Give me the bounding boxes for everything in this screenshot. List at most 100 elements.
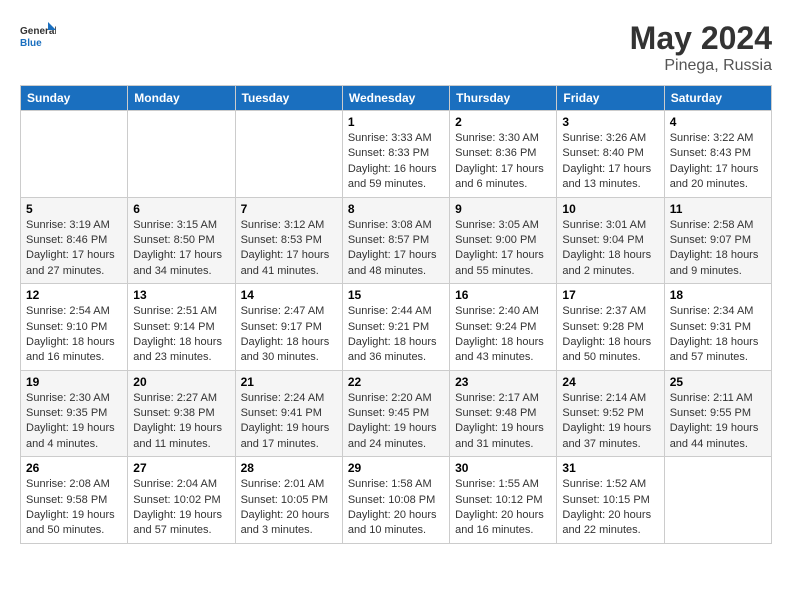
table-row: 19 Sunrise: 2:30 AM Sunset: 9:35 PM Dayli… (21, 370, 128, 457)
day-number: 24 (562, 375, 658, 389)
day-info: Sunrise: 3:05 AM Sunset: 9:00 PM Dayligh… (455, 218, 551, 280)
table-row: 8 Sunrise: 3:08 AM Sunset: 8:57 PM Daylig… (342, 197, 449, 284)
calendar-week-3: 12 Sunrise: 2:54 AM Sunset: 9:10 PM Dayli… (21, 284, 772, 371)
day-info: Sunrise: 2:14 AM Sunset: 9:52 PM Dayligh… (562, 391, 658, 453)
table-row: 13Sunrise: 2:51 AM Sunset: 9:14 PM Dayli… (128, 284, 235, 371)
title-block: May 2024 Pinega, Russia (630, 20, 772, 75)
table-row (235, 111, 342, 198)
table-row: 22 Sunrise: 2:20 AM Sunset: 9:45 PM Dayli… (342, 370, 449, 457)
table-row: 10Sunrise: 3:01 AM Sunset: 9:04 PM Dayli… (557, 197, 664, 284)
day-number: 11 (670, 202, 766, 216)
table-row: 30 Sunrise: 1:55 AM Sunset: 10:12 PM Dayl… (450, 457, 557, 544)
day-info: Sunrise: 2:27 AM Sunset: 9:38 PM Dayligh… (133, 391, 229, 453)
col-monday: Monday (128, 86, 235, 111)
day-info: Sunrise: 2:17 AM Sunset: 9:48 PM Dayligh… (455, 391, 551, 453)
table-row: 16 Sunrise: 2:40 AM Sunset: 9:24 PM Dayli… (450, 284, 557, 371)
day-info: Sunrise: 1:55 AM Sunset: 10:12 PM Daylig… (455, 477, 551, 539)
day-info: Sunrise: 2:37 AM Sunset: 9:28 PM Dayligh… (562, 304, 658, 366)
col-sunday: Sunday (21, 86, 128, 111)
day-info: Sunrise: 2:51 AM Sunset: 9:14 PM Dayligh… (133, 304, 229, 366)
day-number: 29 (348, 461, 444, 475)
day-info: Sunrise: 2:54 AM Sunset: 9:10 PM Dayligh… (26, 304, 122, 366)
day-number: 22 (348, 375, 444, 389)
day-number: 6 (133, 202, 229, 216)
day-info: Sunrise: 1:58 AM Sunset: 10:08 PM Daylig… (348, 477, 444, 539)
table-row: 29 Sunrise: 1:58 AM Sunset: 10:08 PM Dayl… (342, 457, 449, 544)
day-info: Sunrise: 3:26 AM Sunset: 8:40 PM Dayligh… (562, 131, 658, 193)
table-row: 31Sunrise: 1:52 AM Sunset: 10:15 PM Dayl… (557, 457, 664, 544)
day-number: 14 (241, 288, 337, 302)
day-number: 3 (562, 115, 658, 129)
day-number: 27 (133, 461, 229, 475)
day-number: 8 (348, 202, 444, 216)
day-number: 26 (26, 461, 122, 475)
table-row: 12 Sunrise: 2:54 AM Sunset: 9:10 PM Dayli… (21, 284, 128, 371)
day-number: 23 (455, 375, 551, 389)
calendar-header-row: Sunday Monday Tuesday Wednesday Thursday… (21, 86, 772, 111)
day-number: 10 (562, 202, 658, 216)
day-number: 28 (241, 461, 337, 475)
logo: General Blue (20, 20, 56, 50)
day-number: 16 (455, 288, 551, 302)
day-info: Sunrise: 3:15 AM Sunset: 8:50 PM Dayligh… (133, 218, 229, 280)
day-info: Sunrise: 2:01 AM Sunset: 10:05 PM Daylig… (241, 477, 337, 539)
day-info: Sunrise: 3:08 AM Sunset: 8:57 PM Dayligh… (348, 218, 444, 280)
table-row: 1 Sunrise: 3:33 AM Sunset: 8:33 PM Daylig… (342, 111, 449, 198)
col-friday: Friday (557, 86, 664, 111)
calendar-week-5: 26 Sunrise: 2:08 AM Sunset: 9:58 PM Dayli… (21, 457, 772, 544)
day-info: Sunrise: 3:33 AM Sunset: 8:33 PM Dayligh… (348, 131, 444, 193)
table-row: 7 Sunrise: 3:12 AM Sunset: 8:53 PM Daylig… (235, 197, 342, 284)
day-info: Sunrise: 2:44 AM Sunset: 9:21 PM Dayligh… (348, 304, 444, 366)
table-row: 25Sunrise: 2:11 AM Sunset: 9:55 PM Dayli… (664, 370, 771, 457)
day-info: Sunrise: 3:19 AM Sunset: 8:46 PM Dayligh… (26, 218, 122, 280)
logo-svg: General Blue (20, 20, 56, 50)
day-info: Sunrise: 2:30 AM Sunset: 9:35 PM Dayligh… (26, 391, 122, 453)
day-info: Sunrise: 2:20 AM Sunset: 9:45 PM Dayligh… (348, 391, 444, 453)
day-number: 21 (241, 375, 337, 389)
day-number: 2 (455, 115, 551, 129)
table-row: 2Sunrise: 3:30 AM Sunset: 8:36 PM Daylig… (450, 111, 557, 198)
calendar-week-1: 1 Sunrise: 3:33 AM Sunset: 8:33 PM Daylig… (21, 111, 772, 198)
day-number: 12 (26, 288, 122, 302)
day-info: Sunrise: 2:08 AM Sunset: 9:58 PM Dayligh… (26, 477, 122, 539)
day-number: 20 (133, 375, 229, 389)
day-info: Sunrise: 2:34 AM Sunset: 9:31 PM Dayligh… (670, 304, 766, 366)
table-row: 21 Sunrise: 2:24 AM Sunset: 9:41 PM Dayli… (235, 370, 342, 457)
day-info: Sunrise: 2:24 AM Sunset: 9:41 PM Dayligh… (241, 391, 337, 453)
table-row: 20 Sunrise: 2:27 AM Sunset: 9:38 PM Dayli… (128, 370, 235, 457)
table-row: 23 Sunrise: 2:17 AM Sunset: 9:48 PM Dayli… (450, 370, 557, 457)
table-row: 6 Sunrise: 3:15 AM Sunset: 8:50 PM Daylig… (128, 197, 235, 284)
table-row: 15 Sunrise: 2:44 AM Sunset: 9:21 PM Dayli… (342, 284, 449, 371)
table-row: 14 Sunrise: 2:47 AM Sunset: 9:17 PM Dayli… (235, 284, 342, 371)
table-row: 27 Sunrise: 2:04 AM Sunset: 10:02 PM Dayl… (128, 457, 235, 544)
day-number: 7 (241, 202, 337, 216)
col-thursday: Thursday (450, 86, 557, 111)
day-number: 4 (670, 115, 766, 129)
table-row (664, 457, 771, 544)
day-number: 15 (348, 288, 444, 302)
day-info: Sunrise: 2:47 AM Sunset: 9:17 PM Dayligh… (241, 304, 337, 366)
table-row: 3 Sunrise: 3:26 AM Sunset: 8:40 PM Daylig… (557, 111, 664, 198)
day-number: 25 (670, 375, 766, 389)
table-row: 11 Sunrise: 2:58 AM Sunset: 9:07 PM Dayli… (664, 197, 771, 284)
col-saturday: Saturday (664, 86, 771, 111)
day-info: Sunrise: 3:12 AM Sunset: 8:53 PM Dayligh… (241, 218, 337, 280)
day-info: Sunrise: 1:52 AM Sunset: 10:15 PM Daylig… (562, 477, 658, 539)
day-number: 30 (455, 461, 551, 475)
day-number: 1 (348, 115, 444, 129)
day-info: Sunrise: 2:40 AM Sunset: 9:24 PM Dayligh… (455, 304, 551, 366)
day-number: 19 (26, 375, 122, 389)
table-row: 24 Sunrise: 2:14 AM Sunset: 9:52 PM Dayli… (557, 370, 664, 457)
day-number: 18 (670, 288, 766, 302)
calendar-table: Sunday Monday Tuesday Wednesday Thursday… (20, 85, 772, 544)
day-info: Sunrise: 2:58 AM Sunset: 9:07 PM Dayligh… (670, 218, 766, 280)
day-number: 17 (562, 288, 658, 302)
day-info: Sunrise: 2:04 AM Sunset: 10:02 PM Daylig… (133, 477, 229, 539)
table-row: 4Sunrise: 3:22 AM Sunset: 8:43 PM Daylig… (664, 111, 771, 198)
table-row: 18 Sunrise: 2:34 AM Sunset: 9:31 PM Dayli… (664, 284, 771, 371)
table-row (21, 111, 128, 198)
calendar-week-4: 19 Sunrise: 2:30 AM Sunset: 9:35 PM Dayli… (21, 370, 772, 457)
table-row: 28 Sunrise: 2:01 AM Sunset: 10:05 PM Dayl… (235, 457, 342, 544)
table-row: 5Sunrise: 3:19 AM Sunset: 8:46 PM Daylig… (21, 197, 128, 284)
table-row: 26 Sunrise: 2:08 AM Sunset: 9:58 PM Dayli… (21, 457, 128, 544)
